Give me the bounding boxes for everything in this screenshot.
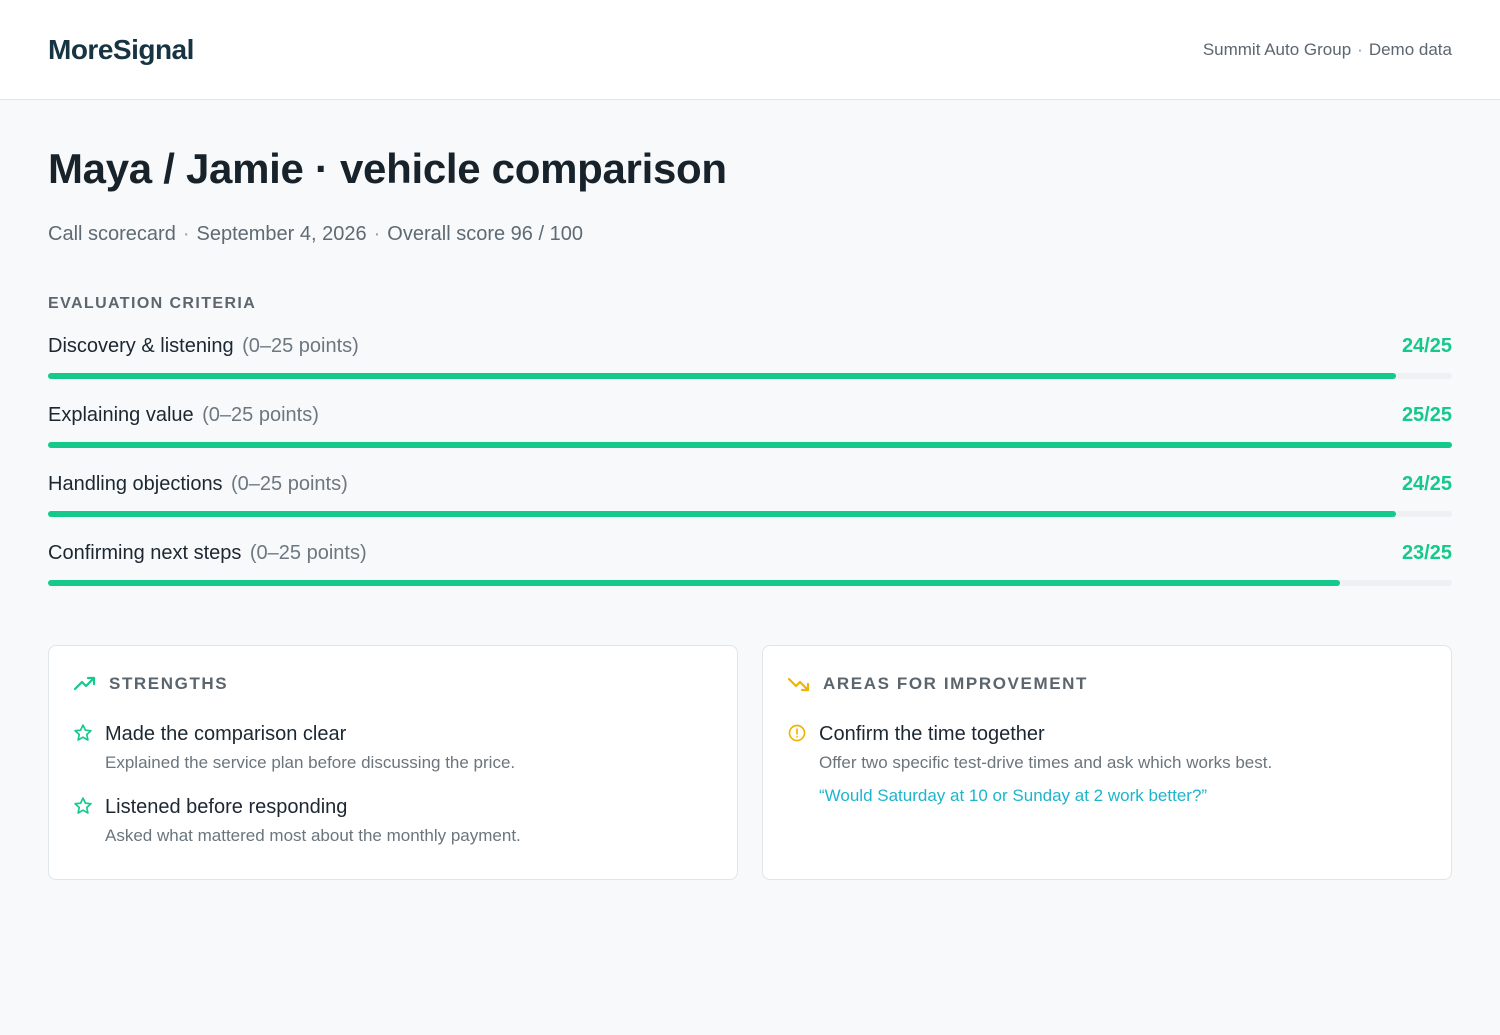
- score-bar: [48, 511, 1452, 517]
- criterion-range: (0–25 points): [202, 404, 319, 426]
- star-icon: [74, 724, 92, 741]
- criterion-score: 24/25: [1401, 473, 1452, 495]
- strength-description: Asked what mattered most about the month…: [105, 826, 521, 845]
- subtitle-separator: ·: [373, 223, 381, 245]
- trending-down-icon: [787, 677, 810, 692]
- criteria-list: Discovery & listening (0–25 points) 24/2…: [48, 335, 1452, 611]
- strengths-title: STRENGTHS: [109, 674, 229, 693]
- info-circle-icon: [788, 724, 806, 742]
- criterion-name: Discovery & listening: [48, 335, 234, 357]
- improvement-title: Confirm the time together: [819, 723, 1045, 745]
- overall-score: Overall score 96 / 100: [387, 223, 583, 245]
- strengths-card: STRENGTHS Made the comparison clear Expl…: [48, 645, 738, 880]
- improvements-card: AREAS FOR IMPROVEMENT Confirm the time t…: [762, 645, 1452, 880]
- score-bar-fill: [48, 511, 1396, 517]
- improvements-title: AREAS FOR IMPROVEMENT: [823, 674, 1089, 693]
- criterion-name: Handling objections: [48, 473, 223, 495]
- trending-up-icon: [73, 676, 96, 691]
- criterion-next-steps: Confirming next steps (0–25 points) 23/2…: [48, 542, 1452, 611]
- page-subtitle: Call scorecard · September 4, 2026 · Ove…: [48, 223, 1452, 246]
- criteria-heading: EVALUATION CRITERIA: [48, 295, 257, 312]
- criterion-handling-objections: Handling objections (0–25 points) 24/25: [48, 473, 1452, 542]
- criterion-name: Confirming next steps: [48, 542, 242, 564]
- improvement-item: Confirm the time together Offer two spec…: [787, 722, 1427, 806]
- scorecard-type: Call scorecard: [48, 223, 176, 245]
- score-bar-fill: [48, 580, 1340, 586]
- suggested-phrase: “Would Saturday at 10 or Sunday at 2 wor…: [819, 786, 1208, 805]
- strength-item: Listened before responding Asked what ma…: [73, 795, 713, 846]
- page-title: Maya / Jamie · vehicle comparison: [48, 145, 727, 192]
- strength-description: Explained the service plan before discus…: [105, 753, 516, 772]
- score-bar: [48, 442, 1452, 448]
- criterion-discovery: Discovery & listening (0–25 points) 24/2…: [48, 335, 1452, 404]
- feedback-cards: STRENGTHS Made the comparison clear Expl…: [48, 645, 1452, 880]
- account-info: Summit Auto Group · Demo data: [1203, 40, 1452, 60]
- brand-logo[interactable]: MoreSignal: [48, 34, 194, 66]
- criterion-name: Explaining value: [48, 404, 194, 426]
- account-name: Summit Auto Group: [1202, 39, 1352, 59]
- call-date: September 4, 2026: [196, 223, 367, 245]
- score-bar-fill: [48, 442, 1452, 448]
- criterion-score: 23/25: [1401, 542, 1452, 564]
- criterion-range: (0–25 points): [231, 473, 348, 495]
- subtitle-separator: ·: [182, 223, 190, 245]
- strength-item: Made the comparison clear Explained the …: [73, 722, 713, 773]
- score-bar-fill: [48, 373, 1396, 379]
- strength-title: Listened before responding: [105, 796, 348, 818]
- scorecard-main: Maya / Jamie · vehicle comparison Call s…: [0, 145, 1500, 880]
- data-mode-label: Demo data: [1368, 39, 1452, 59]
- strength-title: Made the comparison clear: [105, 723, 347, 745]
- top-bar: MoreSignal Summit Auto Group · Demo data: [0, 0, 1500, 100]
- criterion-score: 24/25: [1401, 335, 1452, 357]
- criterion-explaining-value: Explaining value (0–25 points) 25/25: [48, 404, 1452, 473]
- score-bar: [48, 373, 1452, 379]
- account-separator: ·: [1357, 39, 1363, 59]
- improvement-description: Offer two specific test-drive times and …: [819, 753, 1273, 772]
- star-icon: [74, 797, 92, 814]
- score-bar: [48, 580, 1452, 586]
- criterion-score: 25/25: [1401, 404, 1452, 426]
- criterion-range: (0–25 points): [249, 542, 367, 564]
- criterion-range: (0–25 points): [242, 335, 359, 357]
